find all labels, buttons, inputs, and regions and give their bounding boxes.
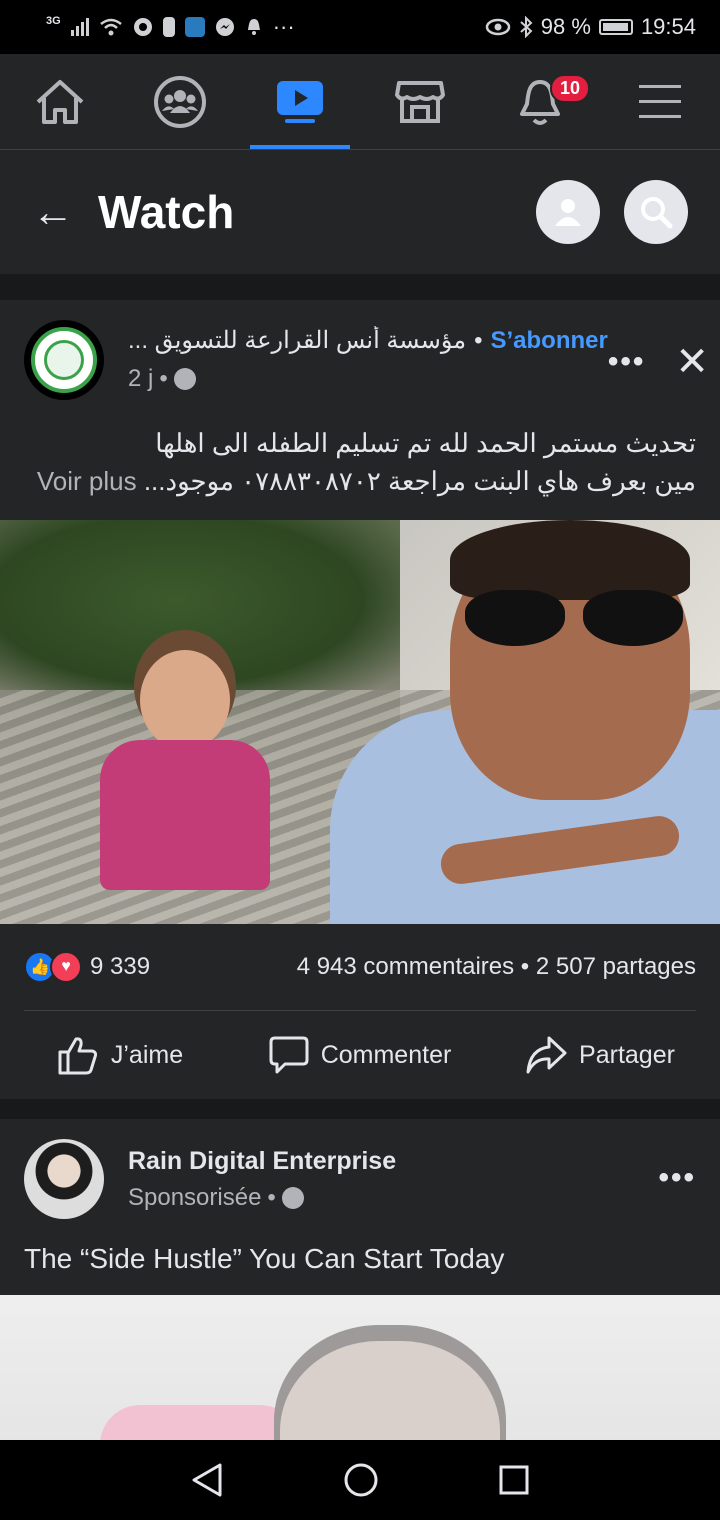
post-author-line: مؤسسة أنس القرارعة للتسويق ... • S’abonn… (128, 326, 608, 355)
sponsored-separator: • (267, 1184, 276, 1211)
messenger-icon (215, 18, 234, 36)
advertiser-name[interactable]: Rain Digital Enterprise (128, 1147, 658, 1176)
groups-icon (154, 75, 206, 128)
page-title: Watch (98, 186, 235, 238)
status-bar: 3G ··· 98 % 19:54 (0, 0, 720, 54)
more-options-icon[interactable]: ••• (608, 345, 646, 379)
app-icon (184, 17, 205, 37)
reactions[interactable]: 👍 ♥ 9 339 (24, 951, 150, 983)
sunglasses (465, 590, 685, 646)
sim-icon (162, 17, 175, 37)
sponsored-line: Sponsorisée • (128, 1184, 658, 1212)
section-gap (0, 1099, 720, 1119)
notification-badge: 10 (550, 74, 591, 103)
search-icon (641, 197, 673, 229)
home-icon (36, 79, 84, 124)
time-separator: • (159, 365, 168, 392)
post-action-bar: J’aime Commenter Partager (0, 1011, 720, 1099)
share-label: Partager (579, 1040, 675, 1069)
recents-square-icon[interactable] (498, 1464, 530, 1496)
network-type: 3G (46, 15, 61, 27)
sponsored-post: Rain Digital Enterprise Sponsorisée • ••… (0, 1119, 720, 1477)
bluetooth-icon (520, 16, 533, 38)
tab-watch[interactable] (240, 54, 360, 149)
chrome-icon (133, 18, 152, 36)
separator: • (474, 326, 483, 354)
eye-icon (485, 18, 511, 36)
post-time-line: 2 j • (128, 365, 608, 393)
watch-icon (277, 80, 323, 123)
page-name[interactable]: مؤسسة أنس القرارعة للتسويق ... (128, 326, 466, 355)
like-label: J’aime (110, 1040, 184, 1069)
post-text-line1: تحديث مستمر الحمد لله تم تسليم الطفله ال… (155, 428, 696, 458)
profile-button[interactable] (536, 180, 600, 244)
subscribe-button[interactable]: S’abonner (490, 327, 607, 355)
see-more-link[interactable]: Voir plus (37, 466, 137, 496)
clock: 19:54 (640, 14, 696, 39)
post-stats: 👍 ♥ 9 339 4 943 commentaires • 2 507 par… (0, 924, 720, 1010)
marketplace-icon (395, 80, 445, 123)
share-button[interactable]: Partager (480, 1035, 720, 1075)
search-button[interactable] (624, 180, 688, 244)
battery-icon (598, 19, 633, 35)
video-player[interactable] (0, 520, 720, 924)
battery-percent: 98 % (540, 14, 591, 39)
like-button[interactable]: J’aime (0, 1035, 240, 1075)
sponsored-meta: Rain Digital Enterprise Sponsorisée • (104, 1139, 658, 1212)
advertiser-avatar[interactable] (24, 1139, 104, 1219)
sponsored-label: Sponsorisée (128, 1184, 262, 1211)
more-notifications: ··· (272, 14, 295, 39)
watch-header: ← Watch (0, 150, 720, 274)
post-meta: مؤسسة أنس القرارعة للتسويق ... • S’abonn… (104, 320, 608, 393)
post-text-line2-wrap: مين بعرف هاي البنت مراجعة ٠٧٨٨٣٠٨٧٠٢ موج… (24, 462, 696, 500)
tab-notifications[interactable]: 10 (480, 54, 600, 149)
reaction-count: 9 339 (90, 953, 151, 980)
person-icon (555, 199, 581, 226)
android-nav-bar (0, 1440, 720, 1520)
status-left: 3G ··· (46, 14, 295, 40)
love-reaction-icon: ♥ (50, 951, 82, 983)
page-logo (31, 327, 97, 393)
globe-icon (173, 368, 196, 390)
sponsored-text: The “Side Hustle” You Can Start Today (24, 1243, 505, 1274)
man-hair (450, 520, 690, 600)
more-options-icon[interactable]: ••• (658, 1161, 696, 1194)
comment-icon (269, 1036, 309, 1074)
top-nav: 10 (0, 54, 720, 150)
comment-label: Commenter (320, 1040, 452, 1069)
video-child (100, 650, 270, 924)
wifi-icon (99, 18, 122, 36)
post-time[interactable]: 2 j (128, 365, 153, 393)
thumbs-up-icon (58, 1037, 97, 1075)
sponsored-header: Rain Digital Enterprise Sponsorisée • ••… (0, 1119, 720, 1219)
back-arrow-icon[interactable]: ← (32, 188, 74, 236)
video-post: مؤسسة أنس القرارعة للتسويق ... • S’abonn… (0, 300, 720, 1099)
close-icon[interactable]: ✕ (675, 342, 709, 382)
page-avatar[interactable] (24, 320, 104, 400)
comment-button[interactable]: Commenter (240, 1035, 480, 1075)
logo-emblem (44, 340, 84, 380)
globe-icon (281, 1187, 304, 1209)
signal-icon (70, 18, 89, 36)
child-body (100, 740, 270, 890)
section-gap (0, 274, 720, 300)
tab-marketplace[interactable] (360, 54, 480, 149)
tab-menu[interactable] (600, 54, 720, 149)
share-icon (526, 1036, 567, 1074)
menu-icon (639, 84, 681, 118)
comments-shares-count[interactable]: 4 943 commentaires • 2 507 partages (297, 953, 696, 981)
status-right: 98 % 19:54 (485, 14, 696, 40)
child-head (140, 650, 230, 750)
tab-home[interactable] (0, 54, 120, 149)
video-man (330, 520, 720, 924)
post-text: تحديث مستمر الحمد لله تم تسليم الطفله ال… (0, 400, 720, 520)
home-circle-icon[interactable] (343, 1462, 379, 1498)
post-header: مؤسسة أنس القرارعة للتسويق ... • S’abonn… (0, 300, 720, 400)
post-text-line2: مين بعرف هاي البنت مراجعة ٠٧٨٨٣٠٨٧٠٢ موج… (143, 466, 696, 496)
post-actions: ••• ✕ (608, 320, 709, 382)
tab-groups[interactable] (120, 54, 240, 149)
back-triangle-icon[interactable] (190, 1462, 224, 1498)
bell-status-icon (247, 19, 260, 35)
sponsored-options: ••• (658, 1139, 696, 1195)
